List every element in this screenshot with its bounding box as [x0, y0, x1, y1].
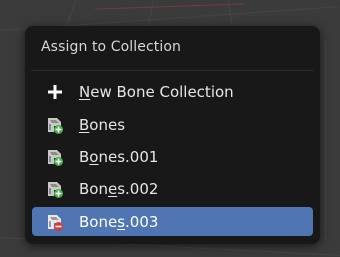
menu-item-label: New Bone Collection: [79, 82, 234, 101]
menu-item-bones-001[interactable]: Bones.001: [32, 142, 313, 171]
x-axis-line: [95, 3, 245, 10]
bone-collection-red-icon: [45, 212, 65, 232]
bone-collection-green-icon: [45, 147, 65, 167]
menu-item-label: Bones.003: [79, 212, 159, 231]
plus-icon: [45, 82, 65, 102]
menu-title: Assign to Collection: [41, 39, 182, 55]
menu-separator: [31, 70, 314, 71]
menu-item-label: Bones.001: [79, 147, 159, 166]
menu-item-label: Bones.002: [79, 179, 159, 198]
bone-collection-green-icon: [45, 179, 65, 199]
bone-collection-green-icon: [45, 115, 65, 135]
menu-item-bones-002[interactable]: Bones.002: [32, 174, 313, 203]
grid-line: [325, 40, 326, 240]
3d-viewport-background: Assign to Collection New Bone Collection: [0, 0, 340, 257]
assign-to-collection-menu: Assign to Collection New Bone Collection: [25, 26, 320, 244]
menu-item-bones-003[interactable]: Bones.003: [32, 207, 313, 236]
menu-item-new-bone-collection[interactable]: New Bone Collection: [32, 77, 313, 106]
menu-item-label: Bones: [79, 115, 126, 134]
menu-item-bones[interactable]: Bones: [32, 110, 313, 139]
